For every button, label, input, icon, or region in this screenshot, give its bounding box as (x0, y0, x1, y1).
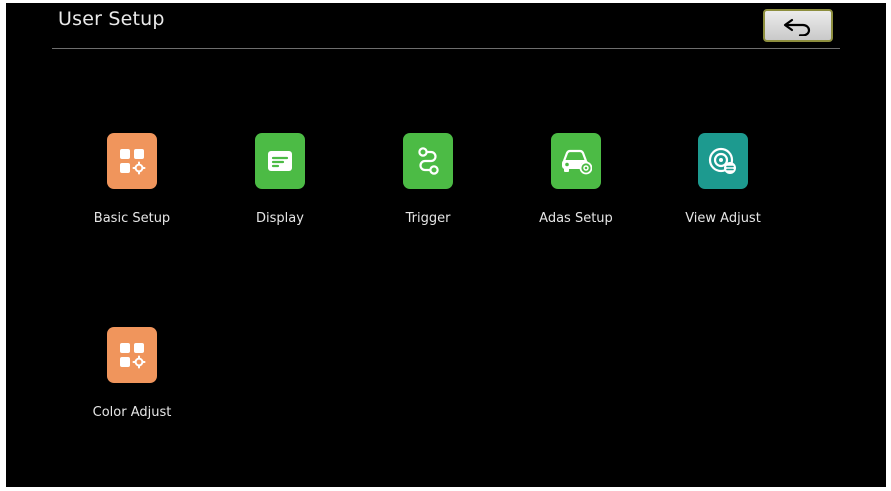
menu-item-icon-box (551, 133, 601, 189)
menu-item-view-adjust[interactable]: View Adjust (658, 133, 788, 243)
menu-item-basic-setup[interactable]: Basic Setup (67, 133, 197, 243)
car-icon (560, 147, 592, 175)
back-button[interactable] (763, 9, 833, 42)
menu-item-trigger[interactable]: Trigger (363, 133, 493, 243)
menu-item-display[interactable]: Display (215, 133, 345, 243)
menu-item-icon-box (255, 133, 305, 189)
back-arrow-icon (781, 16, 815, 36)
menu-item-label: Adas Setup (539, 211, 613, 226)
page-title: User Setup (58, 8, 165, 30)
menu-item-label: Basic Setup (93, 211, 171, 226)
menu-item-label: View Adjust (685, 211, 761, 226)
menu-item-icon-box (107, 327, 157, 383)
view-adjust-icon (707, 145, 739, 177)
grid-settings-icon (118, 341, 146, 369)
user-setup-screen: User Setup Basic Setup Display Trigger A… (6, 3, 886, 487)
grid-settings-icon (118, 147, 146, 175)
menu-item-icon-box (107, 133, 157, 189)
menu-item-label: Display (256, 211, 304, 226)
menu-item-color-adjust[interactable]: Color Adjust (67, 327, 197, 437)
menu-item-icon-box (403, 133, 453, 189)
menu-item-label: Color Adjust (92, 405, 172, 420)
display-icon (266, 148, 294, 174)
header-divider (52, 48, 840, 49)
trigger-route-icon (414, 146, 442, 176)
menu-item-adas-setup[interactable]: Adas Setup (511, 133, 641, 243)
menu-item-icon-box (698, 133, 748, 189)
menu-item-label: Trigger (405, 211, 451, 226)
